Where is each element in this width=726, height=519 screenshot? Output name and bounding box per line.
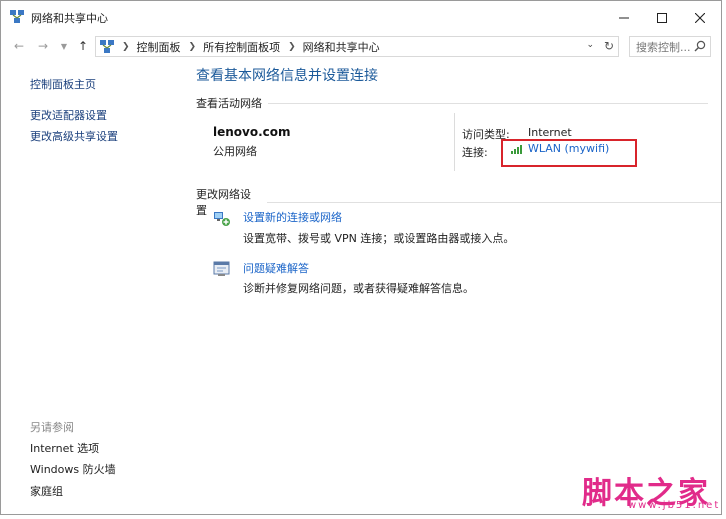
minimize-button[interactable]: [607, 5, 641, 31]
up-arrow-icon[interactable]: ↑: [75, 38, 91, 54]
page-title: 查看基本网络信息并设置连接: [196, 68, 378, 84]
recent-dropdown-icon[interactable]: ▼: [56, 38, 72, 54]
back-arrow-icon[interactable]: ←: [11, 38, 27, 54]
access-type-value: Internet: [528, 126, 572, 139]
watermark-url: www.jb51.net: [628, 500, 721, 511]
sidebar-item-change-adapter[interactable]: 更改适配器设置: [30, 107, 107, 123]
troubleshoot-link[interactable]: 问题疑难解答: [243, 260, 309, 276]
address-bar: ← → ▼ ↑ ❯ 控制面板 ❯ 所有控制面板项 ❯ 网络和共享中心 ⌄ ↻ 搜…: [1, 34, 721, 60]
chevron-right-icon[interactable]: ❯: [189, 42, 197, 52]
forward-arrow-icon[interactable]: →: [35, 38, 51, 54]
troubleshoot-desc: 诊断并修复网络问题，或者获得疑难解答信息。: [243, 282, 474, 295]
maximize-button[interactable]: [645, 5, 679, 31]
breadcrumb-all-items[interactable]: 所有控制面板项: [203, 39, 280, 55]
new-connection-icon: [214, 212, 230, 226]
divider: [266, 201, 721, 203]
chevron-right-icon: ❯: [122, 41, 130, 52]
network-sharing-center-window: 网络和共享中心 ← → ▼ ↑ ❯ 控制面板 ❯ 所有控制面板项 ❯ 网络和共享…: [0, 0, 722, 515]
breadcrumb-network-center[interactable]: 网络和共享中心: [303, 39, 380, 55]
search-box[interactable]: 搜索控制...: [629, 36, 711, 57]
setup-new-connection-desc: 设置宽带、拨号或 VPN 连接；或设置路由器或接入点。: [243, 232, 515, 245]
connection-label: 连接:: [462, 146, 488, 159]
close-icon: [695, 13, 705, 23]
maximize-icon: [657, 13, 667, 23]
divider: [268, 102, 708, 104]
search-input[interactable]: 搜索控制...: [636, 39, 691, 55]
see-also-heading: 另请参阅: [30, 421, 74, 434]
address-box[interactable]: ❯ 控制面板 ❯ 所有控制面板项 ❯ 网络和共享中心 ⌄ ↻: [95, 36, 619, 57]
watermark-logo: 脚本之家 www.jb51.net: [578, 468, 718, 516]
section-title: 查看活动网络: [196, 97, 262, 110]
sidebar-item-control-panel-home[interactable]: 控制面板主页: [30, 76, 96, 92]
troubleshoot-icon: [213, 261, 230, 276]
minimize-icon: [619, 17, 629, 19]
divider: [454, 113, 455, 171]
chevron-right-icon[interactable]: ❯: [288, 42, 296, 52]
network-center-icon: [10, 10, 24, 23]
see-also-windows-firewall[interactable]: Windows 防火墙: [30, 461, 116, 477]
window-title: 网络和共享中心: [31, 12, 108, 25]
see-also-internet-options[interactable]: Internet 选项: [30, 440, 99, 456]
sidebar-item-advanced-sharing[interactable]: 更改高级共享设置: [30, 128, 118, 144]
see-also-homegroup[interactable]: 家庭组: [30, 483, 63, 499]
breadcrumb-control-panel[interactable]: 控制面板: [137, 39, 181, 55]
close-button[interactable]: [683, 5, 717, 31]
title-bar: 网络和共享中心: [1, 1, 721, 33]
network-center-icon: [100, 40, 114, 53]
search-icon[interactable]: [694, 40, 706, 52]
highlight-annotation: [501, 139, 637, 167]
active-networks-heading: 查看活动网络: [196, 95, 708, 111]
network-name: lenovo.com: [213, 125, 291, 139]
refresh-icon[interactable]: ↻: [604, 39, 614, 53]
network-category[interactable]: 公用网络: [213, 143, 257, 159]
setup-new-connection-link[interactable]: 设置新的连接或网络: [243, 209, 342, 225]
address-dropdown-icon[interactable]: ⌄: [586, 40, 594, 50]
